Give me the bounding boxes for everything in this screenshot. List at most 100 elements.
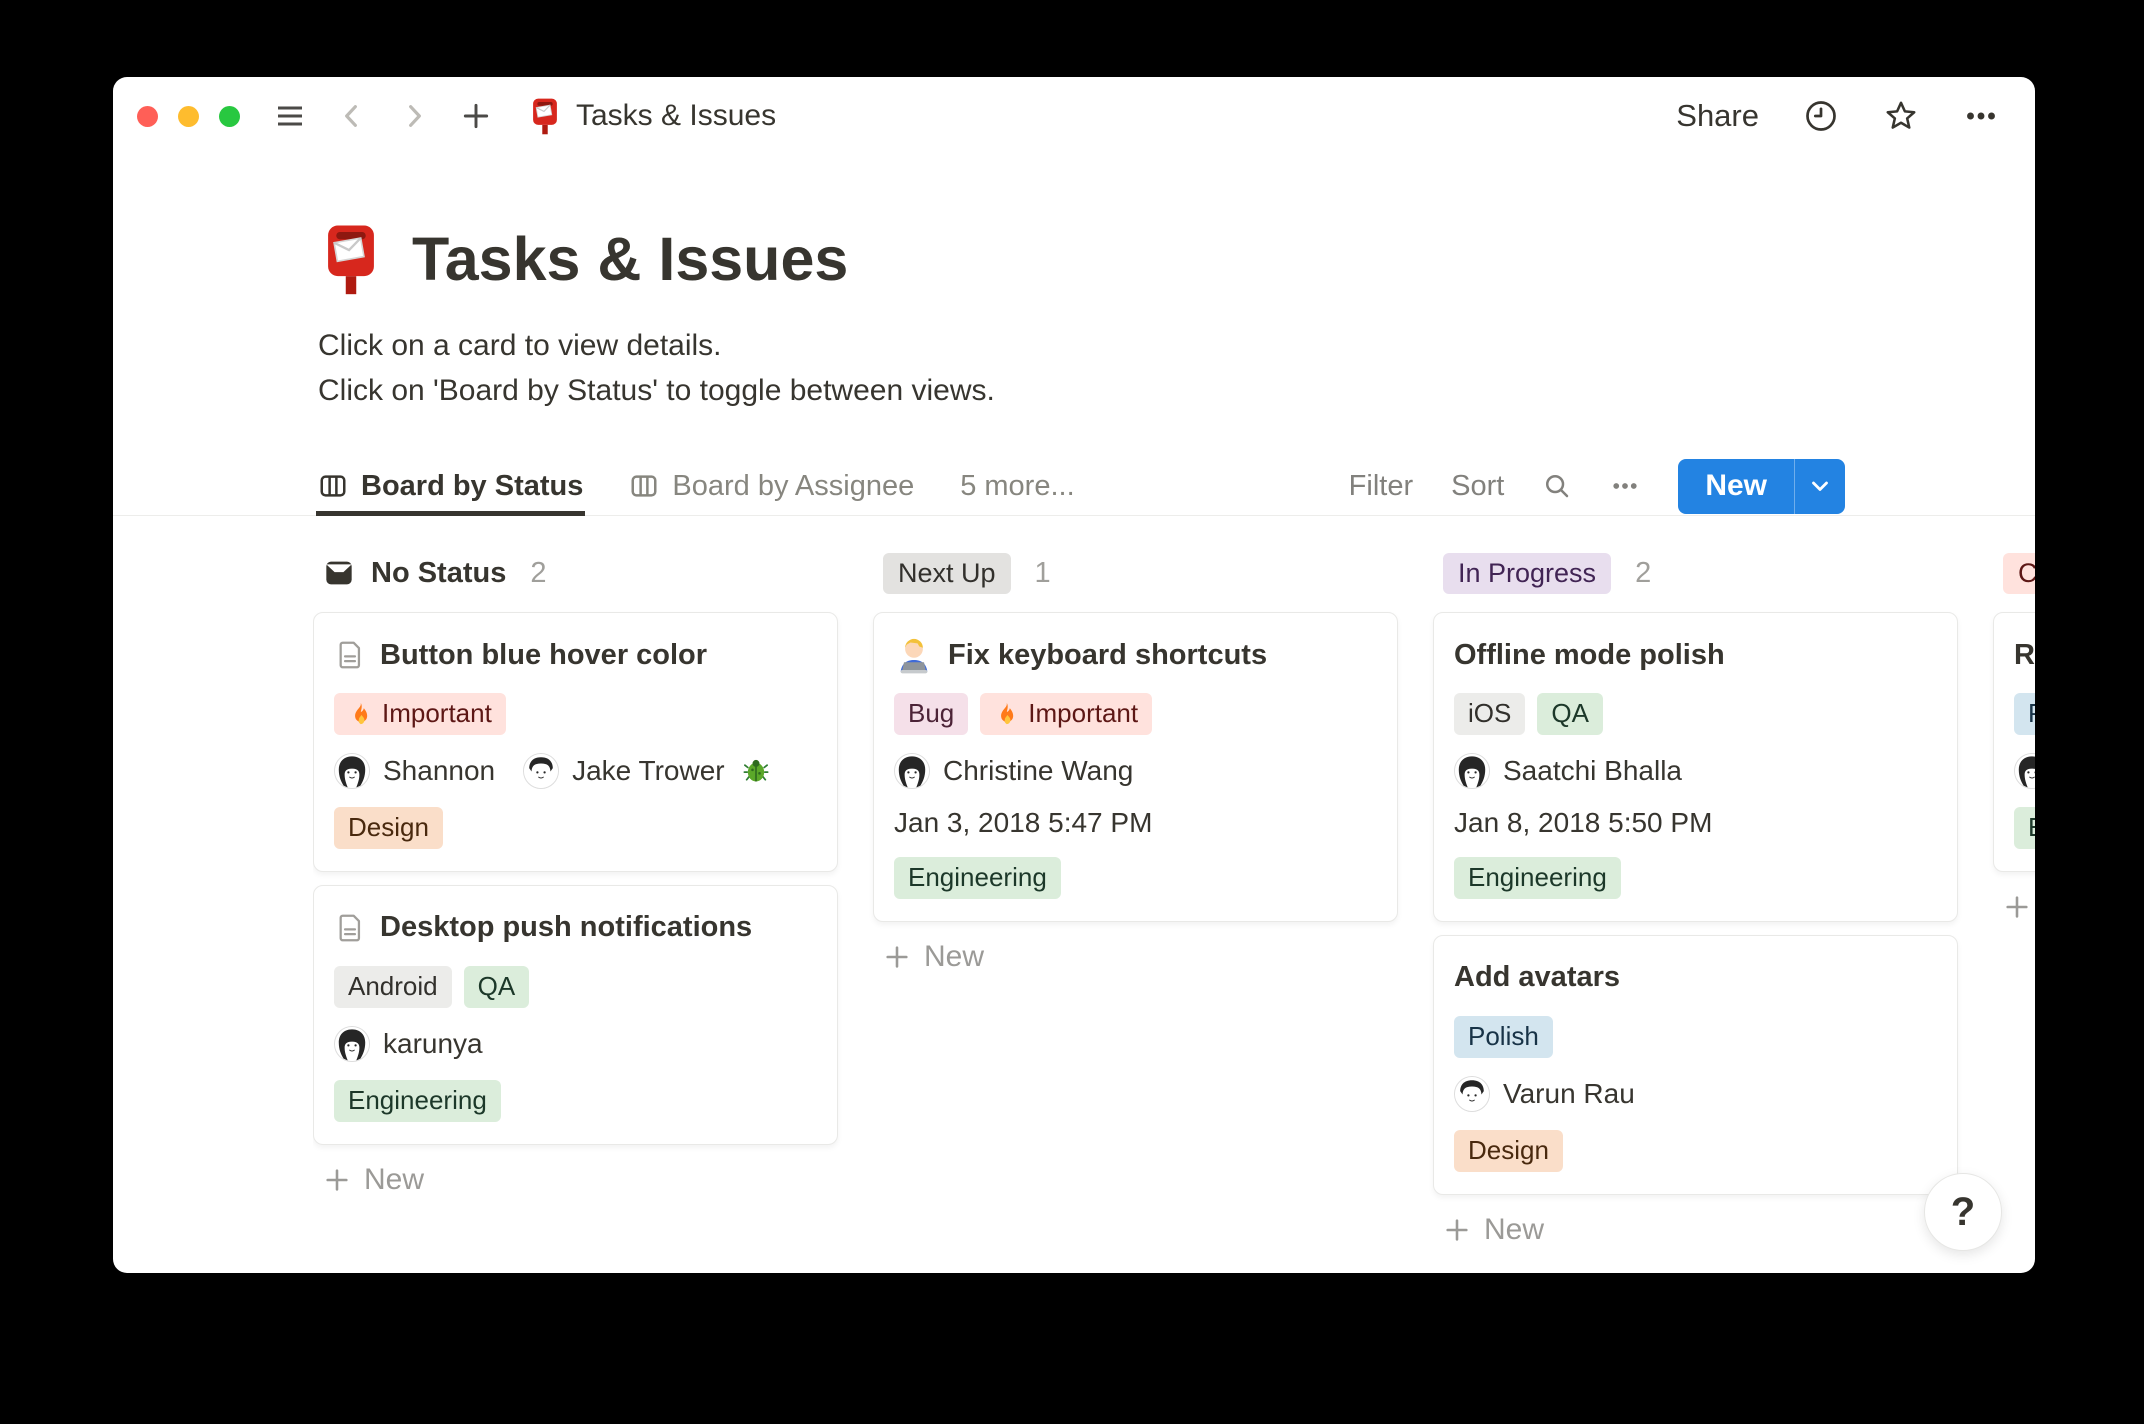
plus-icon (1443, 1216, 1471, 1244)
tag-engineering: Engineering (1454, 857, 1621, 899)
column-header-no-status[interactable]: No Status2 (313, 552, 838, 594)
tag-design: Design (1454, 1130, 1563, 1172)
new-button[interactable]: New (1678, 459, 1794, 514)
column-cards: RP E (1993, 612, 2035, 872)
favorite-star-icon[interactable] (1883, 98, 1919, 134)
plus-icon (883, 943, 911, 971)
tag-label: Polish (1468, 1022, 1539, 1052)
add-card-button[interactable]: New (313, 1163, 838, 1197)
tag-p: P (2014, 693, 2035, 735)
person-name: Jake Trower (572, 755, 725, 787)
flame-icon (994, 701, 1019, 726)
avatar (334, 753, 370, 789)
card-date: Jan 3, 2018 5:47 PM (894, 807, 1377, 839)
card-title-row: Desktop push notifications (334, 908, 817, 948)
tag-label: Engineering (908, 863, 1047, 893)
card-people-row: Varun Rau (1454, 1076, 1937, 1112)
board-column-no-status: No Status2 Button blue hover colorImporta… (313, 552, 838, 1197)
tag-label: P (2028, 699, 2035, 729)
tag-ios: iOS (1454, 693, 1525, 735)
avatar-face-icon (1455, 754, 1489, 788)
new-tab-button[interactable] (460, 100, 492, 132)
add-card-button[interactable]: New (1993, 890, 2035, 924)
column-name-pill: C (2003, 553, 2035, 594)
close-window-button[interactable] (137, 106, 158, 127)
card-people-row: Saatchi Bhalla (1454, 753, 1937, 789)
avatar-face-icon (524, 754, 558, 788)
no-status-icon (323, 557, 355, 589)
card-people-row: Christine Wang (894, 753, 1377, 789)
card-people-row: ShannonJake Trower (334, 753, 817, 789)
more-options-icon[interactable] (1963, 98, 1999, 134)
nav-back-button[interactable] (336, 100, 368, 132)
tag-e: E (2014, 807, 2035, 849)
tag-engineering: Engineering (334, 1080, 501, 1122)
filter-button[interactable]: Filter (1349, 470, 1413, 503)
card-title: Fix keyboard shortcuts (948, 639, 1267, 672)
share-button[interactable]: Share (1676, 98, 1759, 134)
view-options-dots-icon[interactable] (1610, 471, 1640, 501)
card[interactable]: Button blue hover colorImportantShannonJ… (313, 612, 838, 872)
card-title-row: Offline mode polish (1454, 635, 1937, 675)
tag-label: QA (1551, 699, 1589, 729)
card-tags-row: E (2014, 807, 2035, 849)
page-description-line2: Click on 'Board by Status' to toggle bet… (318, 368, 2035, 413)
tag-important: Important (334, 693, 506, 735)
updates-clock-icon[interactable] (1803, 98, 1839, 134)
avatar-face-icon (335, 1027, 369, 1061)
app-window: Tasks & Issues Share Tasks & Issues Clic… (113, 77, 2035, 1273)
card-title: R (2014, 639, 2035, 672)
search-icon[interactable] (1542, 471, 1572, 501)
tag-android: Android (334, 966, 452, 1008)
column-header-next-up[interactable]: Next Up1 (873, 552, 1398, 594)
add-card-label: New (924, 940, 984, 974)
nav-forward-button[interactable] (398, 100, 430, 132)
tag-label: Important (1028, 699, 1138, 729)
card-title: Desktop push notifications (380, 911, 752, 944)
tag-design: Design (334, 807, 443, 849)
avatar (2014, 753, 2035, 789)
board-column-clipped-column: C RP E New (1993, 552, 2035, 924)
technologist-emoji-icon (894, 635, 934, 675)
view-tabs: Board by Status Board by Assignee 5 more..… (318, 457, 1075, 515)
card[interactable]: Desktop push notificationsAndroidQAkarun… (313, 885, 838, 1145)
page-icon (334, 639, 366, 671)
tag-label: Important (382, 699, 492, 729)
column-name: No Status (371, 557, 506, 590)
tag-label: iOS (1468, 699, 1511, 729)
sort-button[interactable]: Sort (1451, 470, 1504, 503)
card[interactable]: Add avatarsPolishVarun RauDesign (1433, 935, 1958, 1195)
zoom-window-button[interactable] (219, 106, 240, 127)
flame-icon (348, 701, 373, 726)
breadcrumb[interactable]: Tasks & Issues (528, 97, 776, 135)
column-count: 1 (1035, 557, 1051, 590)
sidebar-menu-button[interactable] (274, 100, 306, 132)
chevron-left-icon (336, 100, 368, 132)
tab-5-more-[interactable]: 5 more... (960, 457, 1074, 515)
card-date: Jan 8, 2018 5:50 PM (1454, 807, 1937, 839)
card-title-row: Fix keyboard shortcuts (894, 635, 1377, 675)
tag-label: Android (348, 972, 438, 1002)
board: No Status2 Button blue hover colorImporta… (313, 552, 2035, 1247)
add-card-button[interactable]: New (1433, 1213, 1958, 1247)
plus-icon (460, 100, 492, 132)
hamburger-icon (274, 100, 306, 132)
card[interactable]: Offline mode polish iOS QA Saatchi Bhalla Ja… (1433, 612, 1958, 922)
help-button[interactable]: ? (1924, 1173, 2002, 1251)
page-postbox-icon (318, 223, 384, 295)
board-column-next-up: Next Up1 Fix keyboard shortcutsBugImporta… (873, 552, 1398, 974)
minimize-window-button[interactable] (178, 106, 199, 127)
tab-label: Board by Status (361, 470, 583, 503)
new-dropdown-button[interactable] (1794, 459, 1845, 514)
column-header-clipped-column[interactable]: C (1993, 552, 2035, 594)
column-header-in-progress[interactable]: In Progress2 (1433, 552, 1958, 594)
tab-board-by-status[interactable]: Board by Status (318, 457, 583, 515)
tab-board-by-assignee[interactable]: Board by Assignee (629, 457, 914, 515)
board-view-icon (318, 471, 348, 501)
card[interactable]: Fix keyboard shortcutsBugImportantChrist… (873, 612, 1398, 922)
card[interactable]: RP E (1993, 612, 2035, 872)
add-card-label: New (364, 1163, 424, 1197)
tag-important: Important (980, 693, 1152, 735)
tag-label: QA (478, 972, 516, 1002)
add-card-button[interactable]: New (873, 940, 1398, 974)
